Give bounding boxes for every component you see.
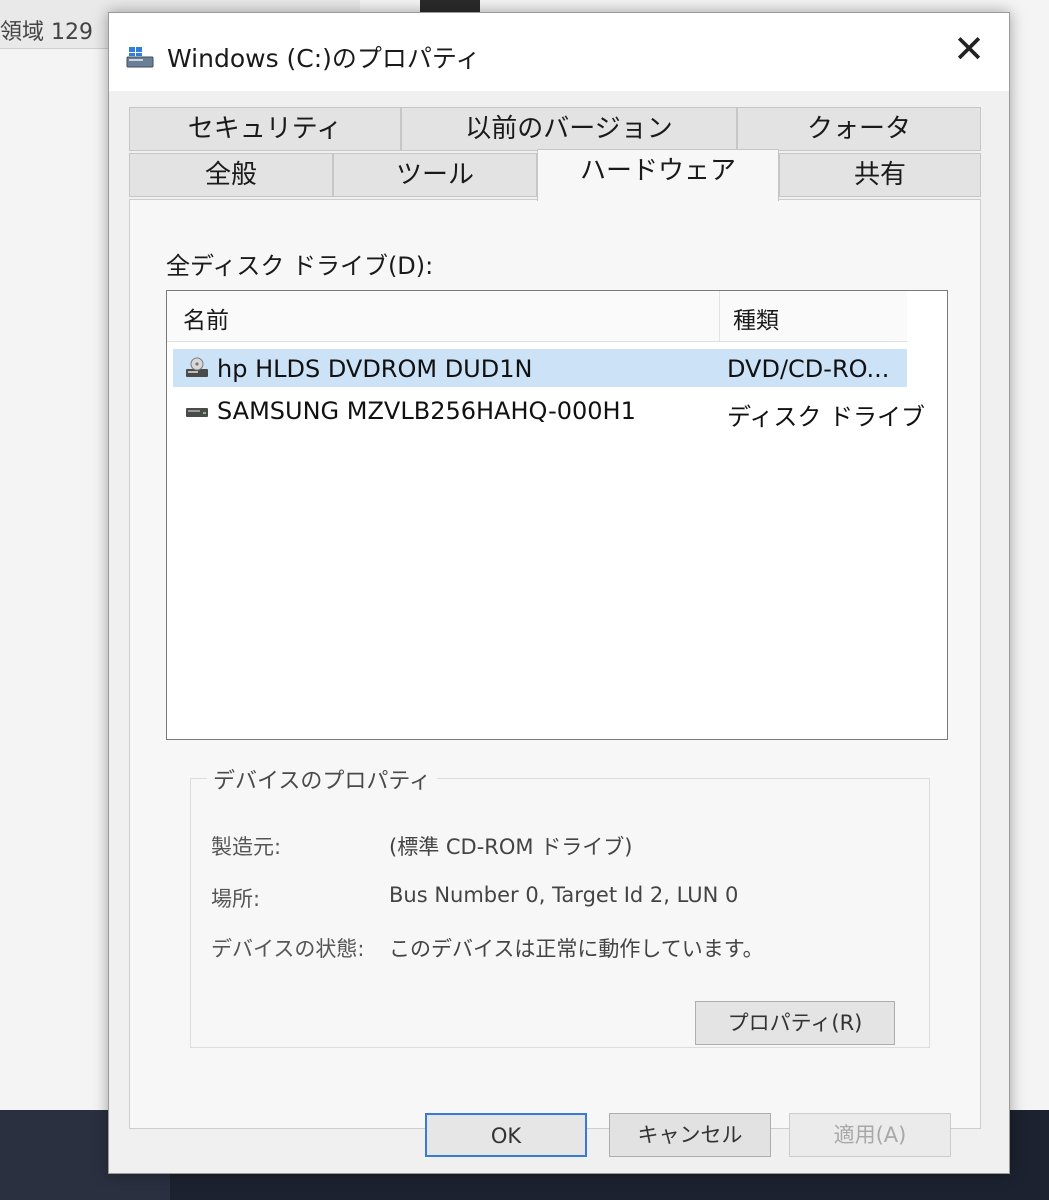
background-partial-text: 領域 129 [0,20,93,45]
manufacturer-value: (標準 CD-ROM ドライブ) [389,835,633,859]
location-value: Bus Number 0, Target Id 2, LUN 0 [389,883,739,907]
drive-icon [126,47,154,68]
device-status-value: このデバイスは正常に動作しています。 [389,937,764,961]
device-properties-group: デバイスのプロパティ 製造元: (標準 CD-ROM ドライブ) 場所: Bus… [190,763,930,1048]
dialog-title: Windows (C:)のプロパティ [167,44,481,73]
tab-general[interactable]: 全般 [129,153,333,197]
tab-strip: セキュリティ 以前のバージョン クォータ 全般 ツール ハードウェア 共有 [129,107,981,207]
apply-button[interactable]: 適用(A) [789,1113,951,1157]
close-button[interactable]: ✕ [943,25,995,73]
title-bar[interactable]: Windows (C:)のプロパティ ✕ [109,13,1009,91]
list-item-dvd-drive[interactable]: hp HLDS DVDROM DUD1N DVD/CD-RO... [173,349,907,387]
tab-quota[interactable]: クォータ [737,107,981,151]
list-item-ssd-drive[interactable]: SAMSUNG MZVLB256HAHQ-000H1 ディスク ドライブ [173,391,925,431]
device-properties-title: デバイスのプロパティ [207,763,438,795]
optical-drive-icon [186,357,208,377]
column-separator[interactable] [719,291,720,341]
properties-dialog: Windows (C:)のプロパティ ✕ セキュリティ 以前のバージョン クォー… [108,12,1010,1174]
tab-security[interactable]: セキュリティ [129,107,401,151]
cancel-button[interactable]: キャンセル [609,1113,771,1157]
location-label: 場所: [211,887,261,911]
close-icon: ✕ [953,27,985,71]
device-name: hp HLDS DVDROM DUD1N [217,355,533,383]
list-header: 名前 種類 [167,291,907,342]
tab-previous-versions[interactable]: 以前のバージョン [401,107,737,151]
disk-drives-list[interactable]: 名前 種類 hp HLDS DVDROM DUD1N DVD/CD-RO... [166,290,948,740]
disk-drives-label: 全ディスク ドライブ(D): [166,252,434,280]
column-header-type[interactable]: 種類 [733,301,779,335]
ok-button[interactable]: OK [425,1113,587,1157]
hardware-tab-panel: 全ディスク ドライブ(D): 名前 種類 hp HLDS DVDROM DUD1… [129,199,981,1129]
manufacturer-label: 製造元: [211,835,282,859]
device-type: ディスク ドライブ [727,403,925,431]
device-status-label: デバイスの状態: [211,937,365,961]
tab-tools[interactable]: ツール [333,153,537,197]
column-header-name[interactable]: 名前 [183,301,229,335]
device-name: SAMSUNG MZVLB256HAHQ-000H1 [217,397,636,425]
hard-drive-icon [186,408,208,417]
properties-button[interactable]: プロパティ(R) [695,1001,895,1045]
tab-hardware[interactable]: ハードウェア [537,149,779,201]
device-type: DVD/CD-RO... [727,355,890,383]
tab-sharing[interactable]: 共有 [779,153,981,197]
